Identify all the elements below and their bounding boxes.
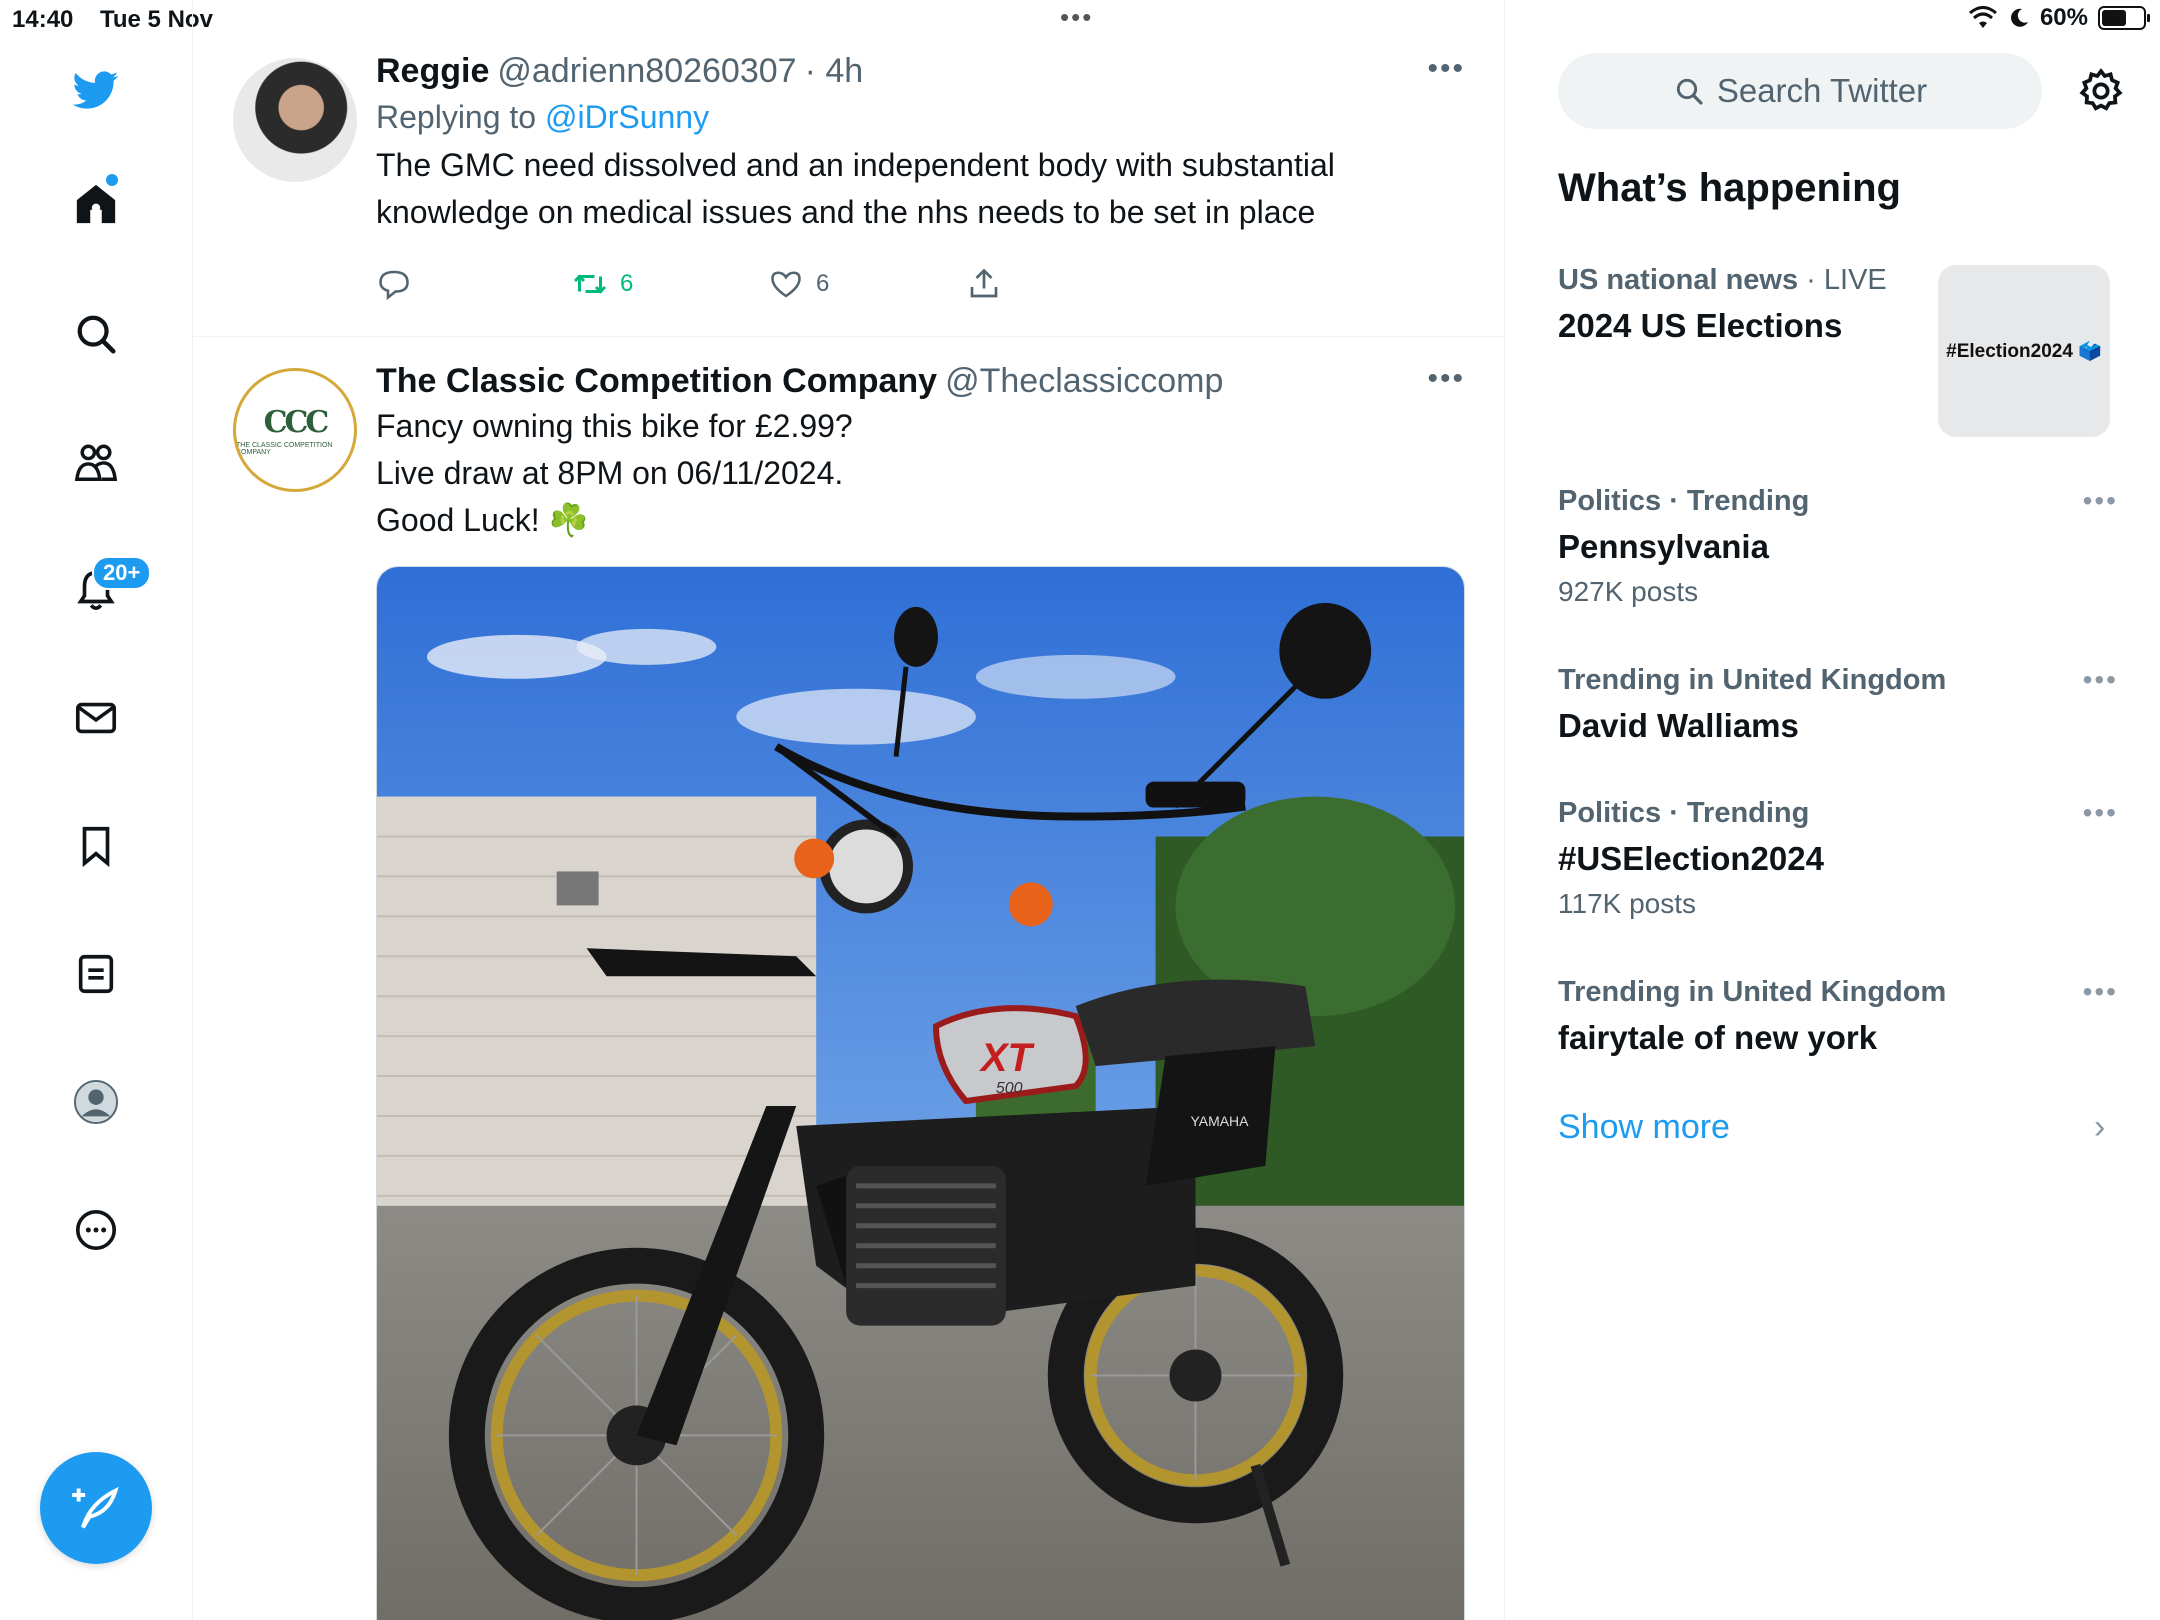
show-more-link[interactable]: Show more [1558,1108,1730,1147]
trend-item[interactable]: Trending in United Kingdom fairytale of … [1558,976,2118,1057]
whats-happening-title: What’s happening [1558,166,1901,210]
trend-more-icon[interactable]: ••• [2083,485,2118,517]
author-name[interactable]: Reggie [376,52,489,91]
trend-more-icon[interactable]: ••• [2083,976,2118,1008]
tweet-content: Reggie @adrienn80260307 · 4h ••• Replyin… [376,52,1465,236]
tweet-more-icon[interactable]: ••• [1427,52,1465,86]
share-icon [970,268,998,298]
heart-icon [771,271,801,298]
explore-search-icon[interactable] [62,300,130,368]
tweet-header: Reggie @adrienn80260307 · 4h [376,52,1465,91]
tweet-actions: 6 6 [376,266,1136,310]
like-count: 6 [816,270,830,297]
reply-prefix: Replying to [376,99,537,135]
reply-to-link[interactable]: @iDrSunny [545,99,709,135]
profile-avatar-icon[interactable] [62,1068,130,1136]
trend-meta: Politics · Trending [1558,797,1810,829]
communities-icon[interactable] [62,428,130,496]
reply-icon [379,270,409,301]
left-navigation: 20+ [0,0,193,1620]
trend-meta: Politics · Trending [1558,485,1810,517]
trend-count: 927K posts [1558,576,1699,607]
ccc-logo-subtext: THE CLASSIC COMPETITION COMPANY [236,441,333,456]
reply-context: Replying to @iDrSunny [376,99,1465,136]
tweet[interactable]: CCC THE CLASSIC COMPETITION COMPANY The … [193,338,1504,1620]
bookmarks-icon[interactable] [62,812,130,880]
tweet-media-image[interactable]: XT 500 YAMAHA [376,566,1465,1620]
avatar[interactable] [233,58,357,182]
tweet-text: The GMC need dissolved and an independen… [376,147,1335,230]
search-input[interactable]: Search Twitter [1558,53,2042,129]
chevron-right-icon[interactable]: › [2094,1108,2105,1147]
settings-gear-icon[interactable] [2076,66,2126,116]
tweet-content: The Classic Competition Company @Theclas… [376,362,1465,544]
side-cover-label: YAMAHA [1191,1113,1250,1129]
lists-icon[interactable] [62,940,130,1008]
more-options-icon[interactable] [62,1196,130,1264]
tweet-time[interactable]: · 4h [805,52,864,91]
trend-name: #USElection2024 [1558,840,1824,877]
trend-thumbnail[interactable]: #Election2024 🗳️ [1938,265,2110,437]
reply-button[interactable] [376,266,412,302]
tank-label: XT [979,1036,1036,1080]
tweet-text: Fancy owning this bike for £2.99? Live d… [376,408,853,538]
trend-name: Pennsylvania [1558,528,1769,565]
home-icon[interactable] [62,170,130,238]
trend-meta: Trending in United Kingdom [1558,664,1947,696]
trend-more-icon[interactable]: ••• [2083,664,2118,696]
twitter-logo-icon[interactable] [62,56,130,124]
trend-item[interactable]: Trending in United Kingdom David Walliam… [1558,664,2118,745]
tank-sublabel: 500 [996,1080,1023,1097]
share-button[interactable] [966,266,1002,302]
timeline: Reggie @adrienn80260307 · 4h ••• Replyin… [193,0,1505,1620]
author-name[interactable]: The Classic Competition Company [376,362,937,401]
notifications-badge: 20+ [92,556,152,590]
search-icon [1676,78,1703,105]
right-sidebar: Search Twitter What’s happening US natio… [1506,0,2160,1620]
avatar[interactable]: CCC THE CLASSIC COMPETITION COMPANY [233,368,357,492]
author-handle[interactable]: @adrienn80260307 [497,52,796,91]
author-handle[interactable]: @Theclassiccomp [945,362,1223,401]
trend-name: fairytale of new york [1558,1019,1878,1056]
retweet-icon [573,274,607,294]
like-button[interactable]: 6 [768,266,829,302]
compose-tweet-button[interactable] [40,1452,152,1564]
motorcycle-photo: XT 500 YAMAHA [377,567,1464,1620]
tweet[interactable]: Reggie @adrienn80260307 · 4h ••• Replyin… [193,40,1504,337]
compose-feather-icon [72,1486,119,1529]
trend-item[interactable]: Politics · Trending #USElection2024 117K… [1558,797,2118,920]
home-unread-dot [106,174,118,186]
tweet-more-icon[interactable]: ••• [1427,362,1465,396]
messages-mail-icon[interactable] [62,684,130,752]
trend-count: 117K posts [1558,888,1697,919]
trend-name: David Walliams [1558,707,1799,744]
trend-meta: Trending in United Kingdom [1558,976,1947,1008]
retweet-count: 6 [620,270,634,297]
ccc-logo-text: CCC [263,404,330,440]
trend-item[interactable]: Politics · Trending Pennsylvania 927K po… [1558,485,2118,608]
tweet-header: The Classic Competition Company @Theclas… [376,362,1465,401]
trend-more-icon[interactable]: ••• [2083,797,2118,829]
search-placeholder: Search Twitter [1716,72,1928,109]
retweet-button[interactable]: 6 [572,266,633,302]
